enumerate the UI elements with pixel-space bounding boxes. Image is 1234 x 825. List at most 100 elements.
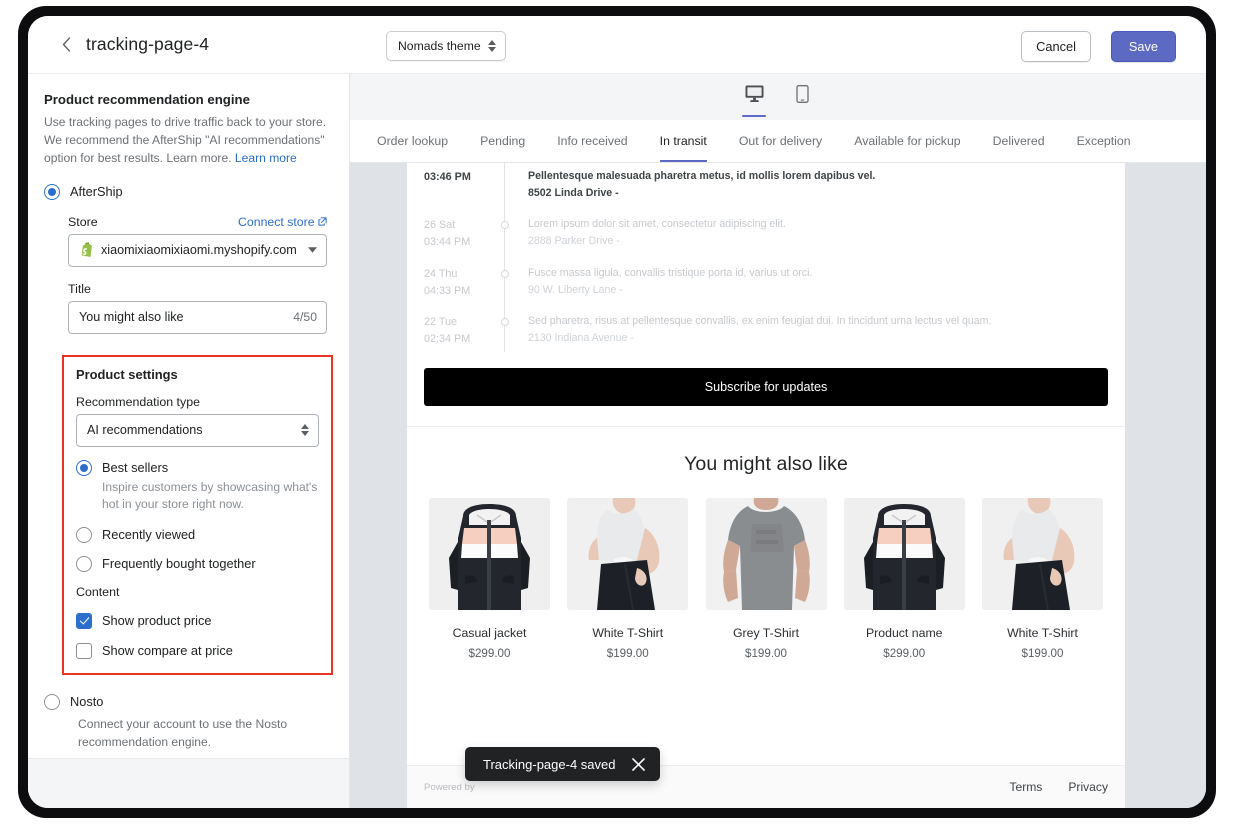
product-image xyxy=(567,498,688,610)
title-label: Title xyxy=(68,282,91,296)
timeline-address: 2888 Parker Drive - xyxy=(528,233,1108,250)
connect-store-link-text: Connect store xyxy=(238,215,315,229)
type-option-best-sellers[interactable]: Best sellers xyxy=(76,460,319,476)
timeline-rail xyxy=(500,265,528,299)
timeline-text: Fusce massa ligula, convallis tristique … xyxy=(528,265,1108,282)
recommendation-type-select[interactable]: AI recommendations xyxy=(76,414,319,447)
checkbox-show-product-price[interactable]: Show product price xyxy=(76,613,319,629)
timeline-address: 2130 Indiana Avenue - xyxy=(528,330,1108,347)
tab-info-received[interactable]: Info received xyxy=(541,120,643,163)
product-card[interactable]: White T-Shirt $199.00 xyxy=(567,498,688,660)
product-price: $299.00 xyxy=(429,647,550,660)
desktop-preview-button[interactable] xyxy=(741,85,767,115)
product-price: $199.00 xyxy=(982,647,1103,660)
engine-option-nosto[interactable]: Nosto xyxy=(44,694,327,710)
product-image xyxy=(844,498,965,610)
section-description: Use tracking pages to drive traffic back… xyxy=(44,114,327,168)
tab-order-lookup[interactable]: Order lookup xyxy=(361,120,464,163)
tab-out-for-delivery[interactable]: Out for delivery xyxy=(723,120,838,163)
settings-sidebar[interactable]: Product recommendation engine Use tracki… xyxy=(28,74,350,808)
timeline-day: 22 Tue xyxy=(424,314,500,331)
timeline-dot-icon xyxy=(501,318,509,326)
save-button[interactable]: Save xyxy=(1111,31,1176,62)
product-card[interactable]: White T-Shirt $199.00 xyxy=(982,498,1103,660)
store-field-header: Store Connect store xyxy=(68,215,327,229)
checkbox-show-compare-at-price-label: Show compare at price xyxy=(102,643,233,658)
tab-available-for-pickup[interactable]: Available for pickup xyxy=(838,120,976,163)
product-settings-heading: Product settings xyxy=(76,367,319,382)
timeline-date: 22 Tue 02:34 PM xyxy=(424,313,500,347)
radio-best-sellers[interactable] xyxy=(76,460,92,476)
tab-pending[interactable]: Pending xyxy=(464,120,541,163)
theme-select[interactable]: Nomads theme xyxy=(386,31,506,61)
product-image xyxy=(429,498,550,610)
timeline-time: 02:34 PM xyxy=(424,331,500,348)
tab-in-transit[interactable]: In transit xyxy=(644,120,723,163)
type-option-frequently-bought[interactable]: Frequently bought together xyxy=(76,556,319,572)
timeline-time: 03:46 PM xyxy=(424,169,500,186)
checkbox-show-compare-at-price-box[interactable] xyxy=(76,643,92,659)
nosto-description: Connect your account to use the Nosto re… xyxy=(78,716,327,752)
product-name: White T-Shirt xyxy=(567,626,688,640)
timeline-rail xyxy=(500,216,528,250)
page-title: tracking-page-4 xyxy=(86,34,209,55)
radio-frequently-bought[interactable] xyxy=(76,556,92,572)
timeline-date: 03:46 PM xyxy=(424,168,500,202)
connect-store-link[interactable]: Connect store xyxy=(238,215,327,229)
terms-link[interactable]: Terms xyxy=(1009,780,1042,794)
radio-nosto[interactable] xyxy=(44,694,60,710)
timeline-time: 04:33 PM xyxy=(424,283,500,300)
timeline-date: 26 Sat 03:44 PM xyxy=(424,216,500,250)
app-window: tracking-page-4 Nomads theme Cancel Save… xyxy=(28,16,1206,808)
content-label: Content xyxy=(76,585,319,599)
timeline-text: Sed pharetra, risus at pellentesque conv… xyxy=(528,313,1108,330)
privacy-link[interactable]: Privacy xyxy=(1068,780,1108,794)
engine-option-aftership-label: AfterShip xyxy=(70,184,123,199)
mobile-icon xyxy=(796,85,809,103)
product-card[interactable]: Casual jacket $299.00 xyxy=(429,498,550,660)
store-select[interactable]: xiaomixiaomixiaomi.myshopify.com xyxy=(68,234,327,267)
type-option-recently-viewed-label: Recently viewed xyxy=(102,527,195,542)
subscribe-button[interactable]: Subscribe for updates xyxy=(424,368,1108,406)
checkbox-show-compare-at-price[interactable]: Show compare at price xyxy=(76,643,319,659)
status-tabs[interactable]: Order lookup Pending Info received In tr… xyxy=(350,120,1206,163)
product-card[interactable]: Grey T-Shirt $199.00 xyxy=(706,498,827,660)
product-card[interactable]: Product name $299.00 xyxy=(844,498,965,660)
product-price: $199.00 xyxy=(706,647,827,660)
recommendation-type-value: AI recommendations xyxy=(87,423,301,437)
learn-more-link[interactable]: Learn more xyxy=(235,151,297,165)
radio-aftership[interactable] xyxy=(44,184,60,200)
sidebar-scroll-content: Product recommendation engine Use tracki… xyxy=(28,74,349,808)
tab-exception[interactable]: Exception xyxy=(1061,120,1147,163)
product-recommendations: You might also like xyxy=(407,427,1125,660)
sidebar-footer-area xyxy=(28,758,349,808)
mobile-preview-button[interactable] xyxy=(789,85,815,115)
radio-recently-viewed[interactable] xyxy=(76,527,92,543)
title-input[interactable]: You might also like 4/50 xyxy=(68,301,327,334)
aftership-settings: Store Connect store xiaomixiaomixiaomi.m… xyxy=(44,215,327,675)
timeline-body: Lorem ipsum dolor sit amet, consectetur … xyxy=(528,216,1108,250)
timeline-body: Sed pharetra, risus at pellentesque conv… xyxy=(528,313,1108,347)
engine-option-aftership[interactable]: AfterShip xyxy=(44,184,327,200)
recommendation-type-label: Recommendation type xyxy=(76,395,319,409)
timeline-row: 03:46 PM Pellentesque malesuada pharetra… xyxy=(424,163,1108,216)
tab-delivered[interactable]: Delivered xyxy=(977,120,1061,163)
timeline-dot-icon xyxy=(501,270,509,278)
timeline-body: Pellentesque malesuada pharetra metus, i… xyxy=(528,168,1108,202)
type-option-recently-viewed[interactable]: Recently viewed xyxy=(76,527,319,543)
product-name: Casual jacket xyxy=(429,626,550,640)
recommendations-title: You might also like xyxy=(429,453,1103,476)
timeline-text: Lorem ipsum dolor sit amet, consectetur … xyxy=(528,216,1108,233)
type-option-frequently-bought-label: Frequently bought together xyxy=(102,556,256,571)
cancel-button[interactable]: Cancel xyxy=(1021,31,1091,62)
type-option-best-sellers-desc: Inspire customers by showcasing what's h… xyxy=(102,479,319,514)
checkbox-show-product-price-box[interactable] xyxy=(76,613,92,629)
timeline-dot-icon xyxy=(501,221,509,229)
recommendations-grid: Casual jacket $299.00 xyxy=(429,498,1103,660)
chevron-down-icon xyxy=(308,247,317,253)
preview-canvas: 03:46 PM Pellentesque malesuada pharetra… xyxy=(350,163,1206,808)
chevron-left-icon[interactable] xyxy=(58,37,74,53)
chevron-updown-icon xyxy=(488,40,496,52)
close-icon[interactable] xyxy=(631,757,646,772)
tracking-page-sheet: 03:46 PM Pellentesque malesuada pharetra… xyxy=(407,163,1125,808)
